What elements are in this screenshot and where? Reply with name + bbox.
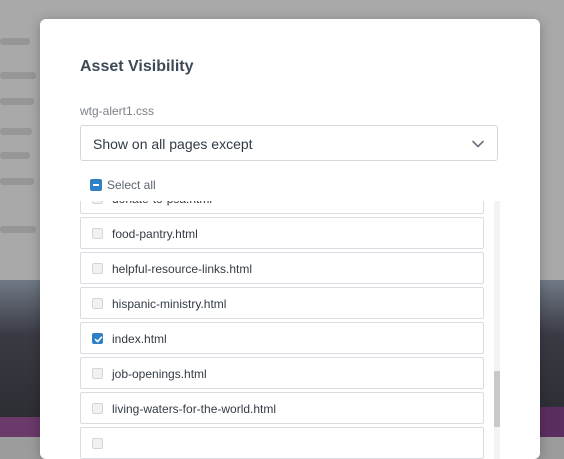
- page-checkbox[interactable]: [92, 228, 103, 239]
- background-decoration: [540, 407, 564, 437]
- background-text-line: [0, 98, 34, 105]
- file-name-label: wtg-alert1.css: [80, 104, 155, 118]
- page-list-item[interactable]: [80, 427, 484, 459]
- page-checkbox[interactable]: [92, 403, 103, 414]
- page-name-label: food-pantry.html: [112, 227, 198, 241]
- dialog-title: Asset Visibility: [80, 58, 194, 75]
- page-list-item[interactable]: index.html: [80, 322, 484, 354]
- page-list-scrollbar[interactable]: [494, 201, 500, 459]
- page-list-items: donate-to-psa.html food-pantry.html helpfu…: [80, 201, 484, 459]
- background-text-line: [0, 38, 30, 45]
- page-checkbox[interactable]: [92, 333, 103, 344]
- page-checkbox[interactable]: [92, 438, 103, 449]
- page-list-item[interactable]: job-openings.html: [80, 357, 484, 389]
- page-name-label: living-waters-for-the-world.html: [112, 402, 277, 416]
- page-name-label: hispanic-ministry.html: [112, 297, 227, 311]
- page-checkbox[interactable]: [92, 201, 103, 204]
- background-text-line: [0, 128, 32, 135]
- page-checkbox[interactable]: [92, 368, 103, 379]
- asset-visibility-dialog: Asset Visibility wtg-alert1.css Show on …: [40, 19, 540, 459]
- page-list-item[interactable]: hispanic-ministry.html: [80, 287, 484, 319]
- page-name-label: helpful-resource-links.html: [112, 262, 253, 276]
- background-text-line: [0, 152, 30, 159]
- scrollbar-thumb[interactable]: [494, 371, 500, 427]
- page-checkbox[interactable]: [92, 263, 103, 274]
- page-name-label: donate-to-psa.html: [112, 201, 212, 206]
- background-text-line: [0, 72, 36, 79]
- select-all-label: Select all: [107, 178, 156, 192]
- page-name-label: index.html: [112, 332, 167, 346]
- visibility-mode-value: Show on all pages except: [93, 136, 253, 152]
- background-decoration: [0, 417, 40, 437]
- background-text-line: [0, 226, 36, 233]
- select-all-toggle[interactable]: Select all: [90, 177, 156, 193]
- chevron-down-icon: [471, 137, 485, 151]
- visibility-mode-select[interactable]: Show on all pages except: [80, 125, 498, 161]
- select-all-checkbox[interactable]: [90, 179, 102, 191]
- page-name-label: job-openings.html: [112, 367, 207, 381]
- page-list-item[interactable]: helpful-resource-links.html: [80, 252, 484, 284]
- page-list-item[interactable]: living-waters-for-the-world.html: [80, 392, 484, 424]
- page-list-item[interactable]: donate-to-psa.html: [80, 201, 484, 214]
- page-list[interactable]: donate-to-psa.html food-pantry.html helpfu…: [80, 201, 500, 459]
- page-list-item[interactable]: food-pantry.html: [80, 217, 484, 249]
- page-checkbox[interactable]: [92, 298, 103, 309]
- background-text-line: [0, 178, 34, 185]
